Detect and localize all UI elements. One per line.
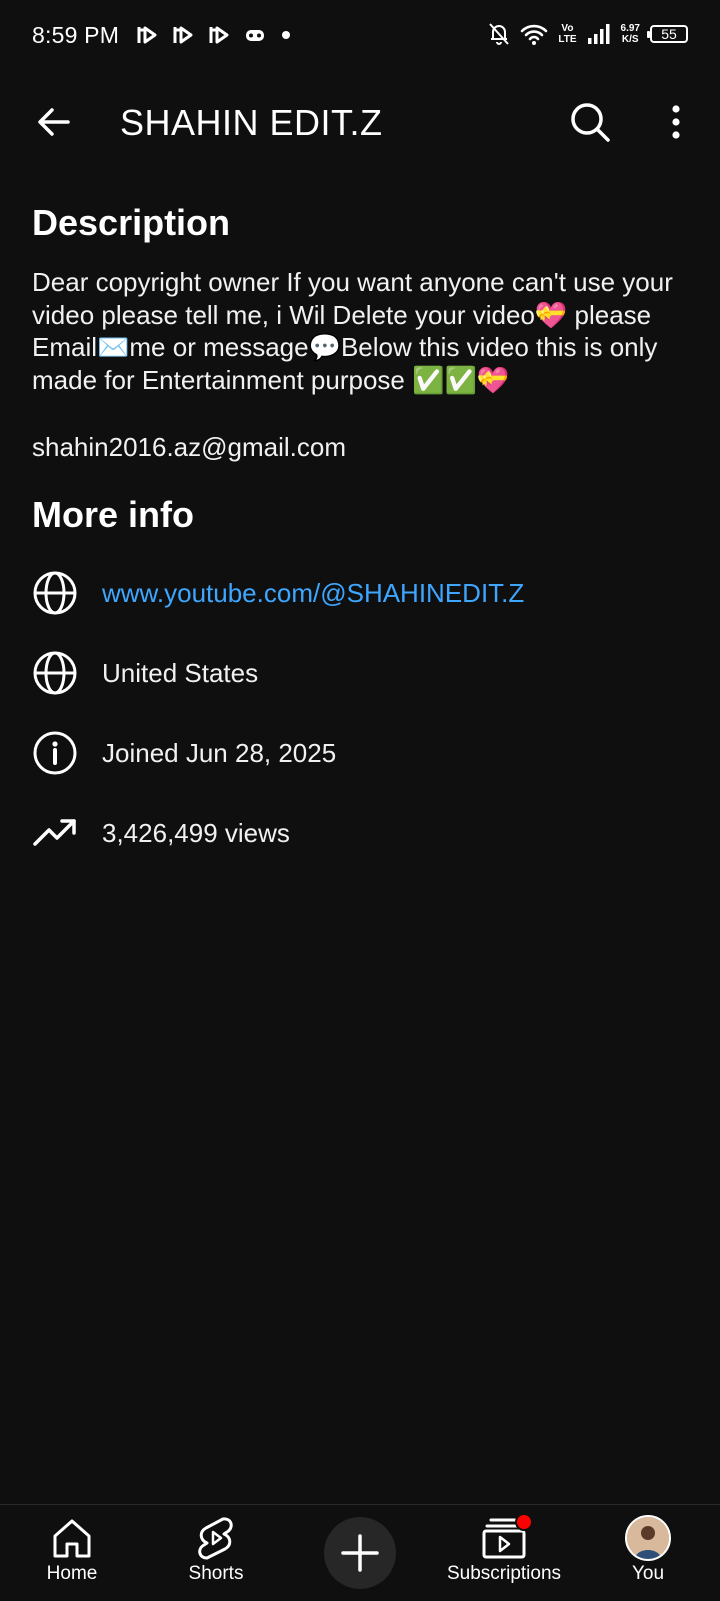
- channel-link[interactable]: www.youtube.com/@SHAHINEDIT.Z: [102, 578, 524, 609]
- description-heading: Description: [32, 202, 231, 243]
- nav-you-label: You: [631, 1563, 665, 1584]
- globe-icon: [32, 650, 78, 696]
- bell-off-icon: [489, 23, 510, 45]
- battery-icon: 55: [647, 25, 688, 43]
- info-row-country: United States: [32, 648, 692, 698]
- globe-icon: [32, 570, 78, 616]
- create-button[interactable]: [324, 1517, 396, 1589]
- network-speed: 6.97 K/S: [620, 23, 640, 45]
- notification-icons: [136, 24, 292, 46]
- page-title: SHAHIN EDIT.Z: [120, 102, 383, 143]
- description-email[interactable]: shahin2016.az@gmail.com: [32, 432, 346, 463]
- shorts-icon: [196, 1515, 236, 1561]
- nav-shorts-label: Shorts: [188, 1563, 244, 1584]
- top-app-bar: SHAHIN EDIT.Z: [0, 84, 720, 156]
- description-body: Dear copyright owner If you want anyone …: [32, 267, 673, 395]
- nav-home-label: Home: [46, 1563, 98, 1584]
- nav-shorts[interactable]: Shorts: [176, 1505, 256, 1601]
- joined-date-text: Joined Jun 28, 2025: [102, 737, 337, 768]
- nav-home[interactable]: Home: [36, 1505, 108, 1601]
- nav-you[interactable]: You: [612, 1505, 684, 1601]
- bottom-navigation: Home Shorts Subscriptions You: [0, 1504, 720, 1601]
- views-count-text: 3,426,499 views: [102, 817, 290, 848]
- subscriptions-icon: [481, 1513, 533, 1561]
- avatar: [625, 1515, 671, 1561]
- nav-subscriptions[interactable]: Subscriptions: [436, 1505, 572, 1601]
- more-options-button[interactable]: [652, 98, 700, 146]
- more-vertical-icon: [672, 105, 680, 139]
- info-row-views: 3,426,499 views: [32, 808, 692, 858]
- info-row-channel-link[interactable]: www.youtube.com/@SHAHINEDIT.Z: [32, 568, 692, 618]
- trending-up-icon: [32, 810, 78, 856]
- home-icon: [50, 1515, 94, 1561]
- search-icon: [571, 103, 610, 142]
- back-button[interactable]: [30, 98, 78, 146]
- search-button[interactable]: [566, 98, 614, 146]
- volte-indicator: Vo LTE: [558, 23, 577, 45]
- country-text: United States: [102, 657, 259, 688]
- app-notification-icon: [173, 26, 193, 44]
- nav-subscriptions-label: Subscriptions: [446, 1563, 562, 1584]
- status-time: 8:59 PM: [32, 22, 120, 48]
- gamepad-icon: [246, 30, 264, 41]
- signal-icon: [587, 24, 610, 44]
- info-circle-icon: [32, 730, 78, 776]
- status-bar: 8:59 PM Vo LTE 6.97 K/S 55: [0, 0, 720, 72]
- app-notification-icon: [137, 26, 157, 44]
- wifi-icon: [521, 24, 548, 45]
- app-notification-icon: [209, 26, 229, 44]
- more-info-heading: More info: [32, 494, 194, 535]
- system-icons: Vo LTE 6.97 K/S 55: [488, 22, 688, 46]
- notification-badge: [515, 1513, 533, 1531]
- info-row-joined: Joined Jun 28, 2025: [32, 728, 692, 778]
- arrow-left-icon: [38, 108, 70, 136]
- plus-icon: [341, 1534, 379, 1572]
- dot-icon: [282, 31, 290, 39]
